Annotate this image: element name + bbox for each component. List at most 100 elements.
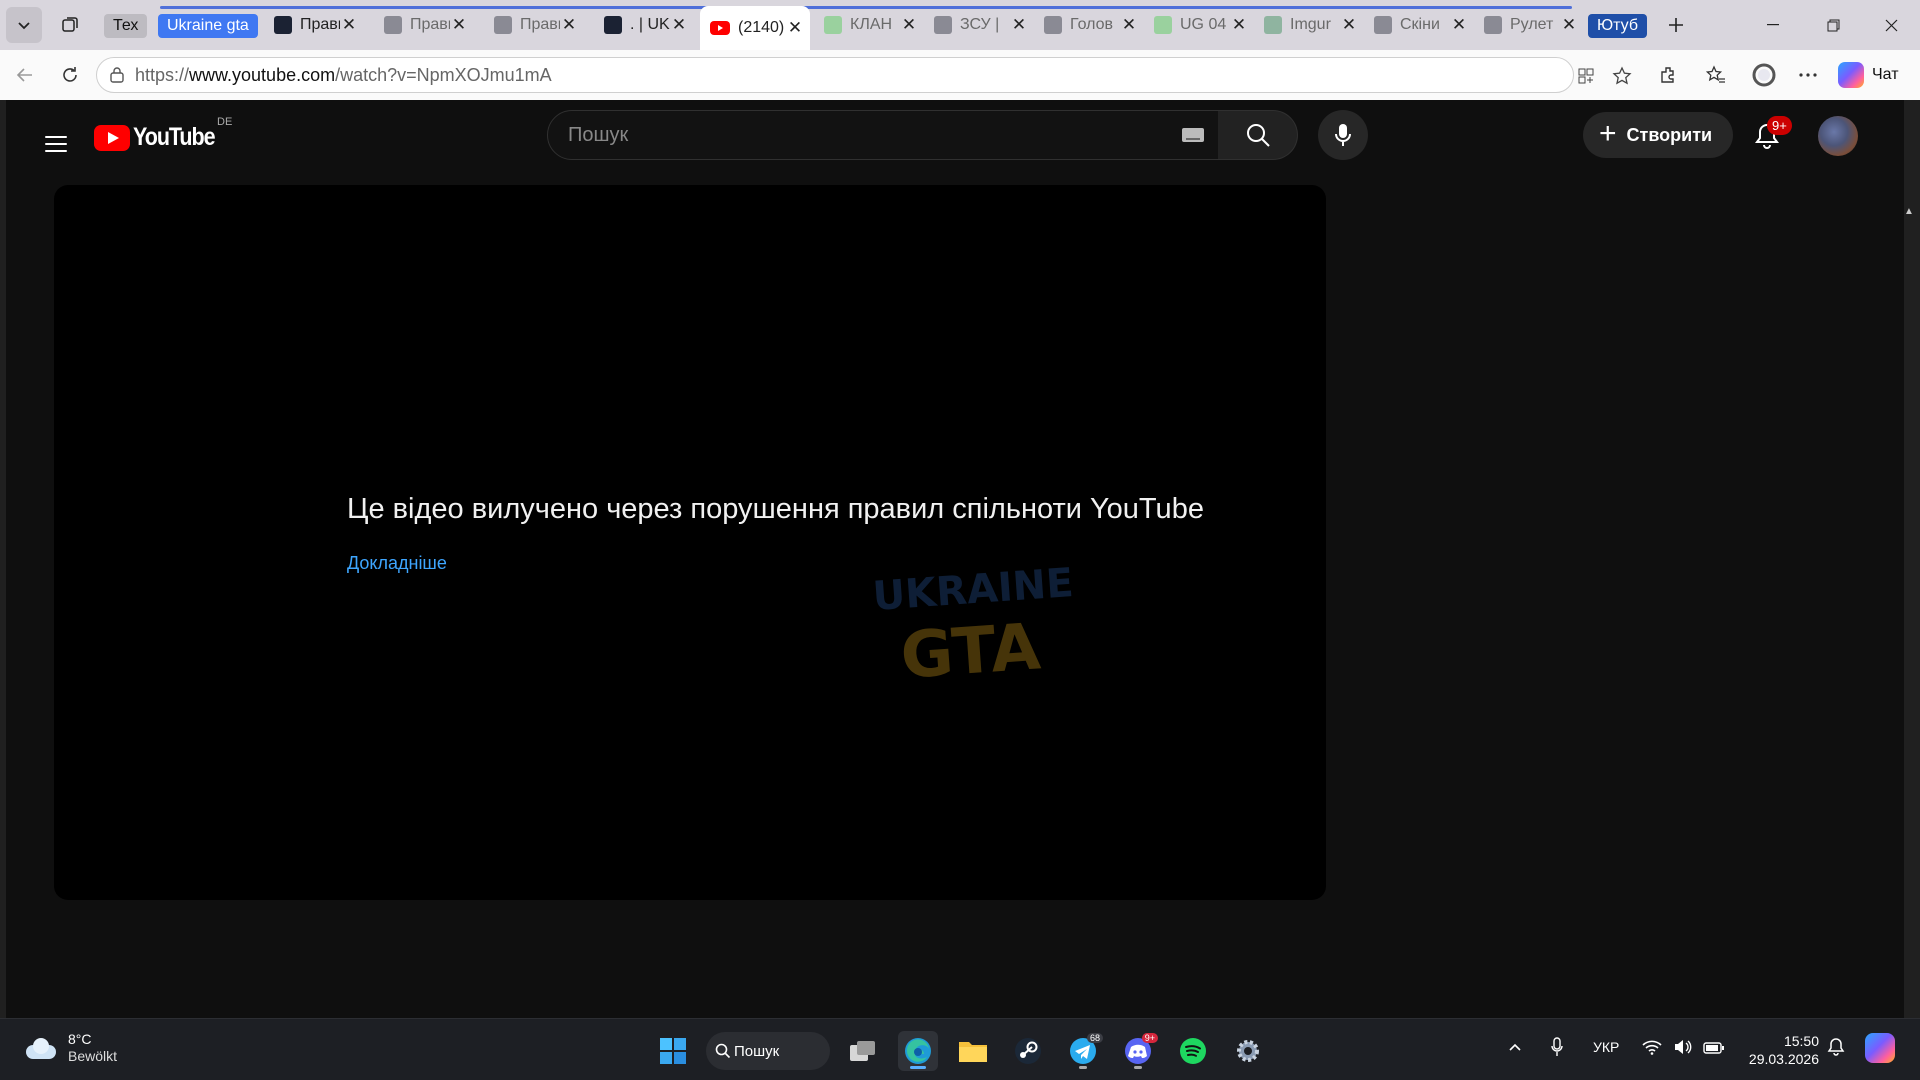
close-icon[interactable]: ✕ [786,18,804,38]
forum-favicon-icon [1374,16,1392,34]
tab-ug04[interactable]: UG 04 ✕ [1144,8,1254,42]
search-icon [715,1043,731,1059]
tab-pravyla-3[interactable]: Прави ✕ [484,8,584,42]
weather-temperature: 8°C [68,1031,92,1047]
start-button[interactable] [653,1031,693,1071]
close-icon[interactable]: ✕ [670,15,688,35]
taskbar-edge[interactable] [898,1031,938,1071]
forum-favicon-icon [1044,16,1062,34]
taskbar-settings[interactable] [1228,1031,1268,1071]
forum-favicon-icon [274,16,292,34]
forum-favicon-icon [384,16,402,34]
create-button[interactable]: + Створити [1583,112,1733,158]
copilot-chat-button[interactable]: Чат [1838,60,1899,90]
tab-ukr[interactable]: . | UKR ✕ [594,8,694,42]
close-icon[interactable]: ✕ [450,15,468,35]
clock-date: 29.03.2026 [1748,1051,1819,1067]
taskbar-file-explorer[interactable] [953,1031,993,1071]
taskbar-search[interactable]: Пошук [706,1032,830,1070]
video-player[interactable]: UKRAINE GTA Це відео вилучено через пору… [54,185,1326,900]
more-options-icon[interactable] [1792,59,1824,91]
tab-skiny[interactable]: Скіни ✕ [1364,8,1474,42]
close-icon[interactable]: ✕ [1120,15,1138,35]
windows-logo-icon [660,1038,686,1064]
close-icon[interactable]: ✕ [1340,15,1358,35]
sheets-favicon-icon [824,16,842,34]
app-available-icon[interactable] [1575,65,1597,87]
close-icon[interactable]: ✕ [900,15,918,35]
taskbar-steam[interactable] [1008,1031,1048,1071]
microphone-tray-icon[interactable] [1550,1037,1564,1060]
spotify-icon [1180,1038,1206,1064]
taskbar-spotify[interactable] [1173,1031,1213,1071]
favorites-icon[interactable] [1700,59,1732,91]
task-view-button[interactable] [843,1031,883,1071]
close-window-icon[interactable] [1871,10,1911,40]
battery-icon[interactable] [1703,1039,1725,1058]
close-icon[interactable]: ✕ [1230,15,1248,35]
forum-favicon-icon [934,16,952,34]
workspaces-icon[interactable] [52,7,88,43]
tab-zsu[interactable]: ЗСУ | ✕ [924,8,1034,42]
tab-klan[interactable]: КЛАН ✕ [814,8,924,42]
task-view-icon [850,1041,875,1061]
tab-holov[interactable]: Голов ✕ [1034,8,1144,42]
tab-youtube-active[interactable]: (2140) ✕ [700,6,810,50]
avatar[interactable] [1818,116,1858,156]
scroll-up-arrow-icon[interactable]: ▲ [1904,206,1914,217]
windows-taskbar: 8°C Bewölkt Пошук 68 9+ УКР 15:50 29.03.… [0,1018,1920,1080]
site-info-icon[interactable] [109,66,129,86]
svg-text:UKRAINE: UKRAINE [871,560,1075,620]
wifi-icon[interactable] [1642,1039,1662,1058]
close-icon[interactable]: ✕ [560,15,578,35]
copilot-taskbar-icon[interactable] [1865,1033,1895,1063]
ukraine-gta-watermark-logo: UKRAINE GTA [871,560,1075,694]
new-tab-plus-icon[interactable] [1658,7,1694,43]
address-bar[interactable]: https://www.youtube.com/watch?v=NpmXOJmu… [96,57,1632,93]
search-button[interactable] [1218,110,1298,160]
back-arrow-icon[interactable] [9,59,41,91]
taskbar-telegram[interactable]: 68 [1063,1031,1103,1071]
imgur-favicon-icon [1264,16,1282,34]
restore-icon[interactable] [1813,10,1853,40]
minimize-icon[interactable] [1753,10,1793,40]
favorite-star-icon[interactable] [1611,65,1633,87]
tab-pravyla-1[interactable]: Прави ✕ [264,8,364,42]
search-input[interactable]: Пошук [547,110,1219,160]
hamburger-menu-icon[interactable] [36,124,76,164]
input-language[interactable]: УКР [1593,1039,1619,1055]
tab-group-youtube[interactable]: Ютуб [1588,14,1648,38]
svg-text:GTA: GTA [898,610,1043,694]
profile-ring-icon[interactable] [1748,59,1780,91]
tab-group-ukraine-gta[interactable]: Ukraine gta [158,14,258,38]
voice-search-button[interactable] [1318,110,1368,160]
close-icon[interactable]: ✕ [1560,15,1578,35]
copilot-icon [1838,62,1864,88]
keyboard-icon[interactable] [1182,128,1204,142]
telegram-unread-badge: 68 [1086,1033,1103,1043]
tab-pravyla-2[interactable]: Прави ✕ [374,8,474,42]
extensions-icon[interactable] [1652,59,1684,91]
learn-more-link[interactable]: Докладніше [347,553,447,574]
search-placeholder: Пошук [568,124,629,146]
youtube-play-icon [94,124,130,151]
volume-icon[interactable] [1673,1039,1693,1058]
youtube-logo[interactable]: YouTube [94,123,228,152]
tab-actions-chevron-icon[interactable] [6,7,42,43]
tab-ruletka[interactable]: Рулет ✕ [1474,8,1584,42]
weather-widget[interactable]: 8°C Bewölkt [22,1031,117,1065]
notification-center-bell-icon[interactable] [1827,1037,1845,1060]
system-clock[interactable]: 15:50 29.03.2026 [1743,1032,1819,1068]
show-hidden-icons-chevron-up-icon[interactable] [1508,1039,1522,1055]
taskbar-discord[interactable]: 9+ [1118,1031,1158,1071]
close-icon[interactable]: ✕ [1010,15,1028,35]
close-icon[interactable]: ✕ [1450,15,1468,35]
url-text[interactable]: https://www.youtube.com/watch?v=NpmXOJmu… [135,65,552,86]
close-icon[interactable]: ✕ [340,15,358,35]
reload-icon[interactable] [54,59,86,91]
search-icon [1246,124,1270,147]
tab-imgur[interactable]: Imgur ✕ [1254,8,1364,42]
sheets-favicon-icon [1154,16,1172,34]
tab-group-tech[interactable]: Тех [104,14,148,38]
steam-icon [1015,1038,1041,1064]
